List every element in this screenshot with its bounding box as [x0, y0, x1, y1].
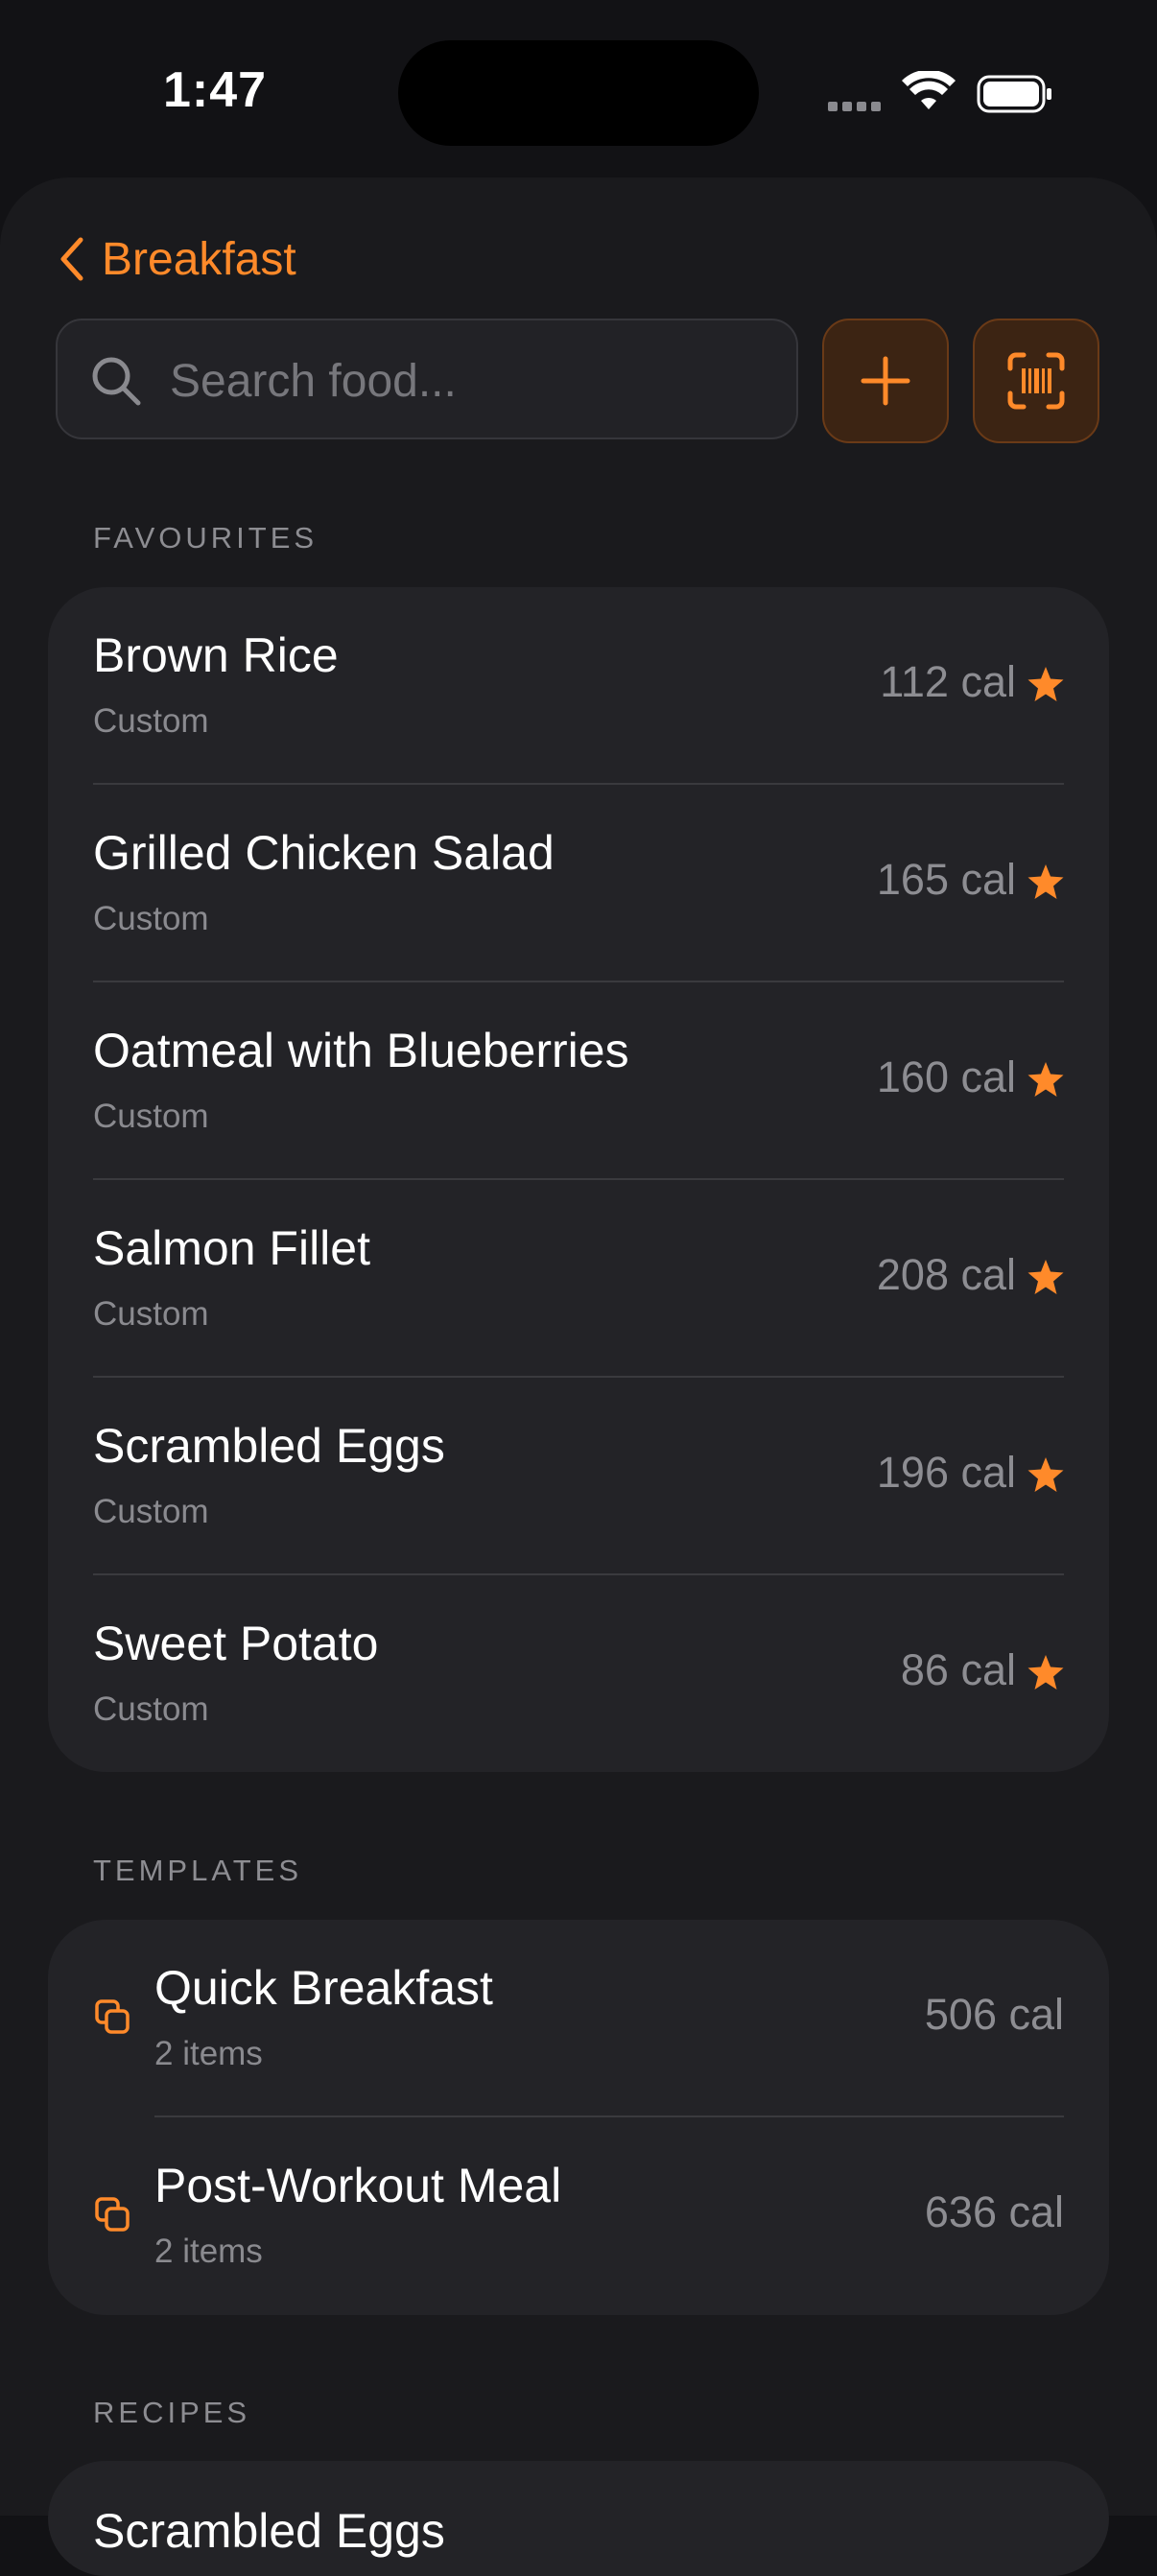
food-search-sheet: Breakfast Search food... FAVOURITES Brow…: [0, 177, 1157, 2516]
copy-icon: [95, 2197, 130, 2232]
recipes-list: Scrambled Eggs: [48, 2461, 1109, 2576]
food-source: Custom: [93, 1098, 209, 1135]
food-source: Custom: [93, 1493, 209, 1530]
favourite-food-row[interactable]: Oatmeal with Blueberries Custom 160 cal: [48, 982, 1109, 1180]
favourites-list: Brown Rice Custom 112 cal Grilled Chicken S…: [48, 587, 1109, 1772]
star-icon[interactable]: [1027, 665, 1065, 703]
food-calories: 160 cal: [876, 1052, 1016, 1101]
recipe-item-name[interactable]: Scrambled Eggs: [93, 2503, 445, 2559]
search-input[interactable]: [168, 343, 776, 418]
food-name: Grilled Chicken Salad: [93, 826, 555, 880]
favourite-toggle[interactable]: [1027, 1258, 1065, 1301]
star-icon[interactable]: [1027, 1653, 1065, 1691]
template-calories: 636 cal: [924, 2187, 1064, 2236]
template-item-count: 2 items: [154, 2233, 263, 2270]
favourite-food-row[interactable]: Scrambled Eggs Custom 196 cal: [48, 1378, 1109, 1575]
template-calories: 506 cal: [924, 1990, 1064, 2039]
wifi-icon: [902, 71, 956, 109]
star-icon[interactable]: [1027, 1060, 1065, 1099]
plus-icon: [861, 356, 910, 406]
copy-icon: [95, 1999, 130, 2034]
chevron-left-icon: [60, 237, 83, 281]
search-icon: [92, 357, 141, 406]
back-button[interactable]: Breakfast: [58, 225, 296, 293]
star-icon[interactable]: [1027, 1258, 1065, 1296]
food-source: Custom: [93, 702, 209, 740]
food-calories: 86 cal: [900, 1645, 1016, 1694]
star-icon[interactable]: [1027, 863, 1065, 901]
template-row[interactable]: Quick Breakfast 2 items 506 cal: [48, 1920, 1109, 2117]
favourite-food-row[interactable]: Sweet Potato Custom 86 cal: [48, 1575, 1109, 1772]
template-icon: [93, 2195, 131, 2238]
battery-icon: [977, 75, 1051, 113]
food-source: Custom: [93, 900, 209, 937]
template-name: Post-Workout Meal: [154, 2159, 562, 2212]
favourite-toggle[interactable]: [1027, 1653, 1065, 1696]
templates-list: Quick Breakfast 2 items 506 cal Post-Workou…: [48, 1920, 1109, 2315]
template-name: Quick Breakfast: [154, 1961, 493, 2015]
food-source: Custom: [93, 1690, 209, 1728]
food-source: Custom: [93, 1295, 209, 1333]
food-calories: 112 cal: [880, 657, 1016, 706]
search-box[interactable]: [56, 319, 798, 439]
status-time: 1:47: [163, 62, 268, 118]
template-icon: [93, 1997, 131, 2041]
favourites-section-title: FAVOURITES: [93, 521, 319, 555]
food-name: Scrambled Eggs: [93, 1419, 445, 1473]
favourite-food-row[interactable]: Salmon Fillet Custom 208 cal: [48, 1180, 1109, 1378]
favourite-toggle[interactable]: [1027, 665, 1065, 708]
food-calories: 208 cal: [876, 1250, 1016, 1299]
barcode-scan-icon: [1007, 352, 1065, 410]
food-calories: 196 cal: [876, 1448, 1016, 1497]
cellular-signal-icon: [828, 99, 885, 116]
star-icon[interactable]: [1027, 1455, 1065, 1494]
favourite-toggle[interactable]: [1027, 1455, 1065, 1499]
barcode-scan-button[interactable]: [973, 319, 1099, 443]
food-name: Brown Rice: [93, 628, 339, 682]
template-item-count: 2 items: [154, 2035, 263, 2072]
templates-section-title: TEMPLATES: [93, 1854, 303, 1887]
add-food-button[interactable]: [822, 319, 949, 443]
recipes-section-title: RECIPES: [93, 2396, 251, 2429]
template-row[interactable]: Post-Workout Meal 2 items 636 cal: [48, 2117, 1109, 2315]
food-name: Oatmeal with Blueberries: [93, 1024, 629, 1077]
favourite-food-row[interactable]: Brown Rice Custom 112 cal: [48, 587, 1109, 785]
favourite-toggle[interactable]: [1027, 1060, 1065, 1103]
back-button-label: Breakfast: [102, 233, 296, 285]
status-bar: 1:47: [0, 0, 1157, 182]
food-name: Sweet Potato: [93, 1617, 379, 1670]
food-name: Salmon Fillet: [93, 1221, 370, 1275]
favourite-food-row[interactable]: Grilled Chicken Salad Custom 165 cal: [48, 785, 1109, 982]
favourite-toggle[interactable]: [1027, 863, 1065, 906]
food-calories: 165 cal: [876, 855, 1016, 904]
search-row: [56, 319, 1101, 443]
dynamic-island: [398, 40, 759, 146]
